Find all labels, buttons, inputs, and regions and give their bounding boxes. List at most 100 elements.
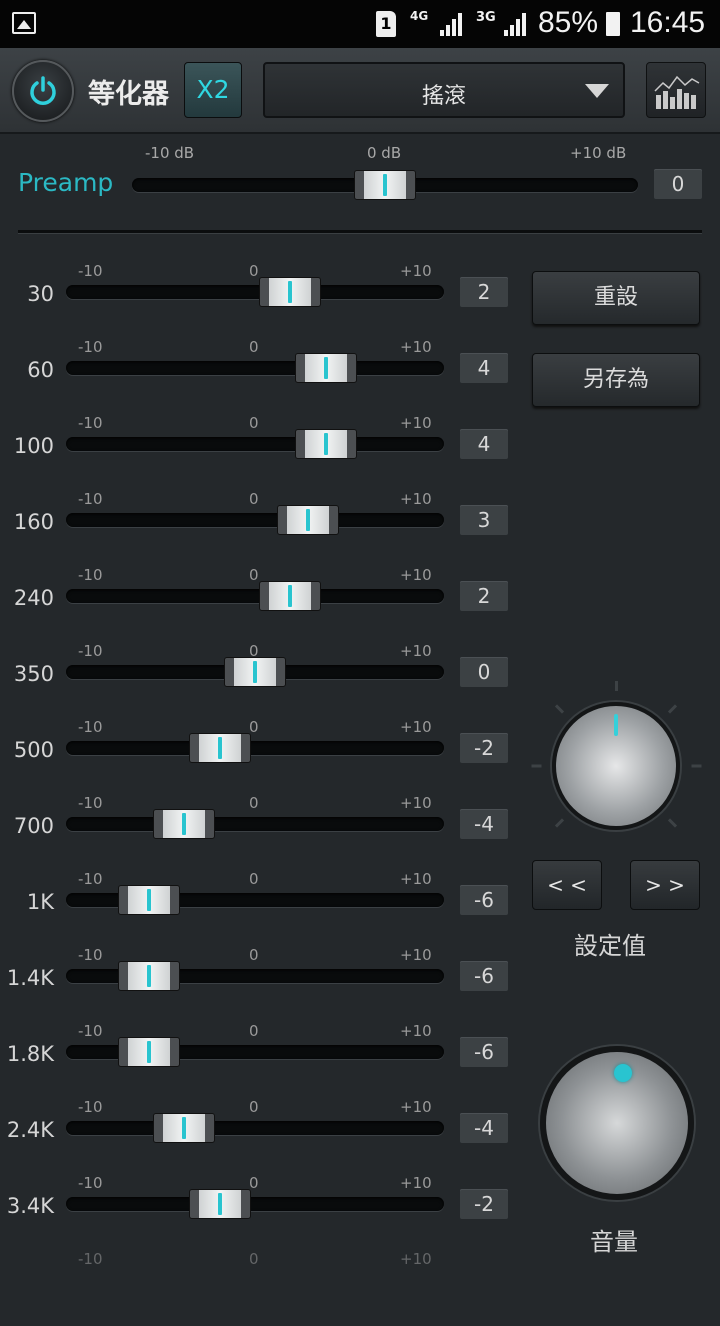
band-frequency-label: 700: [13, 814, 54, 838]
band-slider-track[interactable]: [66, 1197, 444, 1211]
volume-knob[interactable]: [540, 1046, 694, 1200]
band-scale-mid: 0: [249, 1250, 259, 1268]
band-frequency-label: 1K: [26, 890, 54, 914]
next-preset-button[interactable]: > >: [630, 860, 700, 910]
band-slider-thumb[interactable]: [294, 429, 357, 459]
band-scale-max: +10: [400, 490, 432, 508]
band-frequency-label: 350: [13, 662, 54, 686]
band-slider-thumb[interactable]: [277, 505, 340, 535]
power-button[interactable]: [12, 60, 74, 122]
band-value: 2: [460, 277, 508, 307]
eq-band-row: -10 0 +10 3.4K -2: [0, 1174, 520, 1250]
eq-band-row-partial: -10 0 +10: [0, 1250, 520, 1326]
band-value: 0: [460, 657, 508, 687]
band-frequency-label: 1.8K: [6, 1042, 54, 1066]
band-scale-mid: 0: [249, 262, 259, 280]
eq-band-row: -10 0 +10 1.8K -6: [0, 1022, 520, 1098]
preamp-slider-thumb[interactable]: [354, 170, 416, 200]
eq-band-row: -10 0 +10 30 2: [0, 262, 520, 338]
band-scale-max: +10: [400, 1098, 432, 1116]
prev-preset-button[interactable]: < <: [532, 860, 602, 910]
band-scale-min: -10: [78, 794, 103, 812]
reset-button[interactable]: 重設: [532, 271, 700, 325]
band-slider-track[interactable]: [66, 817, 444, 831]
preamp-scale-min: -10 dB: [145, 144, 195, 162]
save-as-button[interactable]: 另存為: [532, 353, 700, 407]
band-slider-track[interactable]: [66, 285, 444, 299]
preamp-scale-max: +10 dB: [570, 144, 627, 162]
network-4g-label: 4G: [410, 9, 429, 23]
knob-tick: [554, 704, 565, 715]
band-scale-max: +10: [400, 870, 432, 888]
band-scale-min: -10: [78, 566, 103, 584]
eq-band-row: -10 0 +10 240 2: [0, 566, 520, 642]
preamp-scale-mid: 0 dB: [367, 144, 402, 162]
band-frequency-label: 500: [13, 738, 54, 762]
band-scale-min: -10: [78, 490, 103, 508]
top-bar: 等化器 X2 搖滾: [0, 48, 720, 134]
band-frequency-label: 60: [27, 358, 54, 382]
eq-band-row: -10 0 +10 2.4K -4: [0, 1098, 520, 1174]
status-bar: 1 4G 3G 85% 16:45: [0, 0, 720, 48]
knob-tick: [667, 817, 678, 828]
band-value: 3: [460, 505, 508, 535]
band-value: 4: [460, 429, 508, 459]
eq-band-row: -10 0 +10 1.4K -6: [0, 946, 520, 1022]
band-scale-mid: 0: [249, 338, 259, 356]
band-value: -6: [460, 1037, 508, 1067]
signal-icon: [440, 12, 468, 36]
band-slider-thumb[interactable]: [294, 353, 357, 383]
band-slider-thumb[interactable]: [188, 1189, 251, 1219]
band-frequency-label: 240: [13, 586, 54, 610]
band-value: -6: [460, 885, 508, 915]
band-slider-thumb[interactable]: [117, 961, 180, 991]
band-scale-min: -10: [78, 1250, 103, 1268]
band-scale-mid: 0: [249, 1098, 259, 1116]
eq-band-row: -10 0 +10 500 -2: [0, 718, 520, 794]
visualizer-button[interactable]: [646, 62, 706, 118]
band-value: -6: [460, 961, 508, 991]
band-slider-thumb[interactable]: [117, 1037, 180, 1067]
band-slider-track[interactable]: [66, 741, 444, 755]
preset-selected-value: 搖滾: [421, 84, 466, 109]
band-value: -2: [460, 733, 508, 763]
band-scale-min: -10: [78, 1174, 103, 1192]
band-scale-max: +10: [400, 1174, 432, 1192]
band-scale-mid: 0: [249, 870, 259, 888]
band-slider-thumb[interactable]: [224, 657, 286, 687]
preamp-value: 0: [654, 169, 702, 199]
band-slider-thumb[interactable]: [259, 277, 322, 307]
knob-tick: [667, 704, 678, 715]
band-scale-min: -10: [78, 338, 103, 356]
band-scale-min: -10: [78, 1022, 103, 1040]
band-frequency-label: 1.4K: [6, 966, 54, 990]
band-slider-thumb[interactable]: [153, 809, 216, 839]
band-value: 4: [460, 353, 508, 383]
x2-toggle-button[interactable]: X2: [184, 62, 242, 118]
preset-knob[interactable]: [552, 702, 680, 830]
band-value: -2: [460, 1189, 508, 1219]
page-title: 等化器: [88, 79, 169, 110]
knob-tick: [554, 817, 565, 828]
knob-indicator: [614, 714, 618, 736]
preset-dropdown[interactable]: 搖滾: [263, 62, 625, 118]
band-slider-thumb[interactable]: [188, 733, 251, 763]
knob-tick: [531, 764, 541, 768]
eq-band-row: -10 0 +10 1K -6: [0, 870, 520, 946]
band-slider-track[interactable]: [66, 589, 444, 603]
band-slider-track[interactable]: [66, 361, 444, 375]
band-scale-max: +10: [400, 642, 432, 660]
eq-band-row: -10 0 +10 60 4: [0, 338, 520, 414]
band-scale-max: +10: [400, 414, 432, 432]
eq-band-row: -10 0 +10 100 4: [0, 414, 520, 490]
band-slider-thumb[interactable]: [153, 1113, 216, 1143]
battery-percent: 85%: [538, 6, 599, 39]
band-slider-thumb[interactable]: [259, 581, 322, 611]
band-scale-mid: 0: [249, 490, 259, 508]
band-slider-track[interactable]: [66, 437, 444, 451]
band-scale-mid: 0: [249, 566, 259, 584]
band-slider-thumb[interactable]: [117, 885, 180, 915]
band-slider-track[interactable]: [66, 513, 444, 527]
band-scale-max: +10: [400, 794, 432, 812]
band-slider-track[interactable]: [66, 1121, 444, 1135]
